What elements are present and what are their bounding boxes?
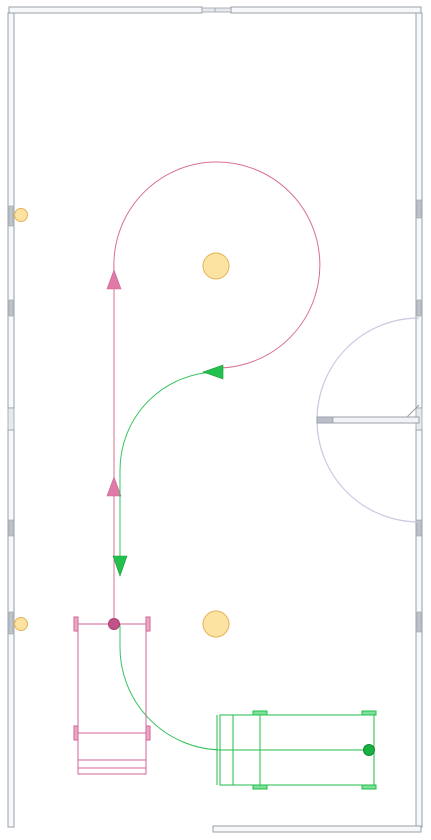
circle-marker-icon: [14, 208, 28, 222]
triangle-arrow-icon: [202, 364, 224, 380]
green-robot: [216, 710, 377, 790]
circle-marker-icon: [14, 617, 28, 631]
pink-robot: [73, 616, 151, 775]
circle-marker-icon: [202, 610, 230, 638]
green-path-arc-top: [119, 371, 218, 572]
triangle-arrow-icon: [106, 476, 122, 497]
triangle-arrow-icon: [106, 269, 122, 290]
top-wall-joint: [201, 7, 232, 13]
green-path: [119, 371, 221, 751]
markers: [14, 208, 230, 638]
green-robot-wheel: [252, 710, 268, 716]
pink-robot-body: [77, 623, 147, 775]
floor-plan-svg: [7, 6, 423, 833]
pink-robot-wheel: [145, 616, 151, 632]
green-robot-wheel: [361, 784, 377, 790]
green-robot-pivot: [363, 744, 375, 756]
pink-robot-wheel: [145, 725, 151, 741]
green-robot-wheel: [252, 784, 268, 790]
floor-plan-canvas: [0, 0, 431, 840]
door: [316, 317, 420, 523]
triangle-arrow-icon: [112, 555, 128, 577]
pink-robot-wheel: [73, 616, 79, 632]
green-arrows: [112, 364, 224, 577]
pink-robot-wheel: [73, 725, 79, 741]
green-path-arc-bottom: [119, 624, 221, 751]
top-wall-left: [8, 6, 203, 14]
circle-marker-icon: [202, 252, 230, 280]
pink-robot-pivot: [108, 618, 120, 630]
pink-path: [113, 161, 321, 624]
top-wall-right: [230, 6, 422, 14]
green-robot-wheel: [361, 710, 377, 716]
bottom-wall: [212, 825, 422, 833]
